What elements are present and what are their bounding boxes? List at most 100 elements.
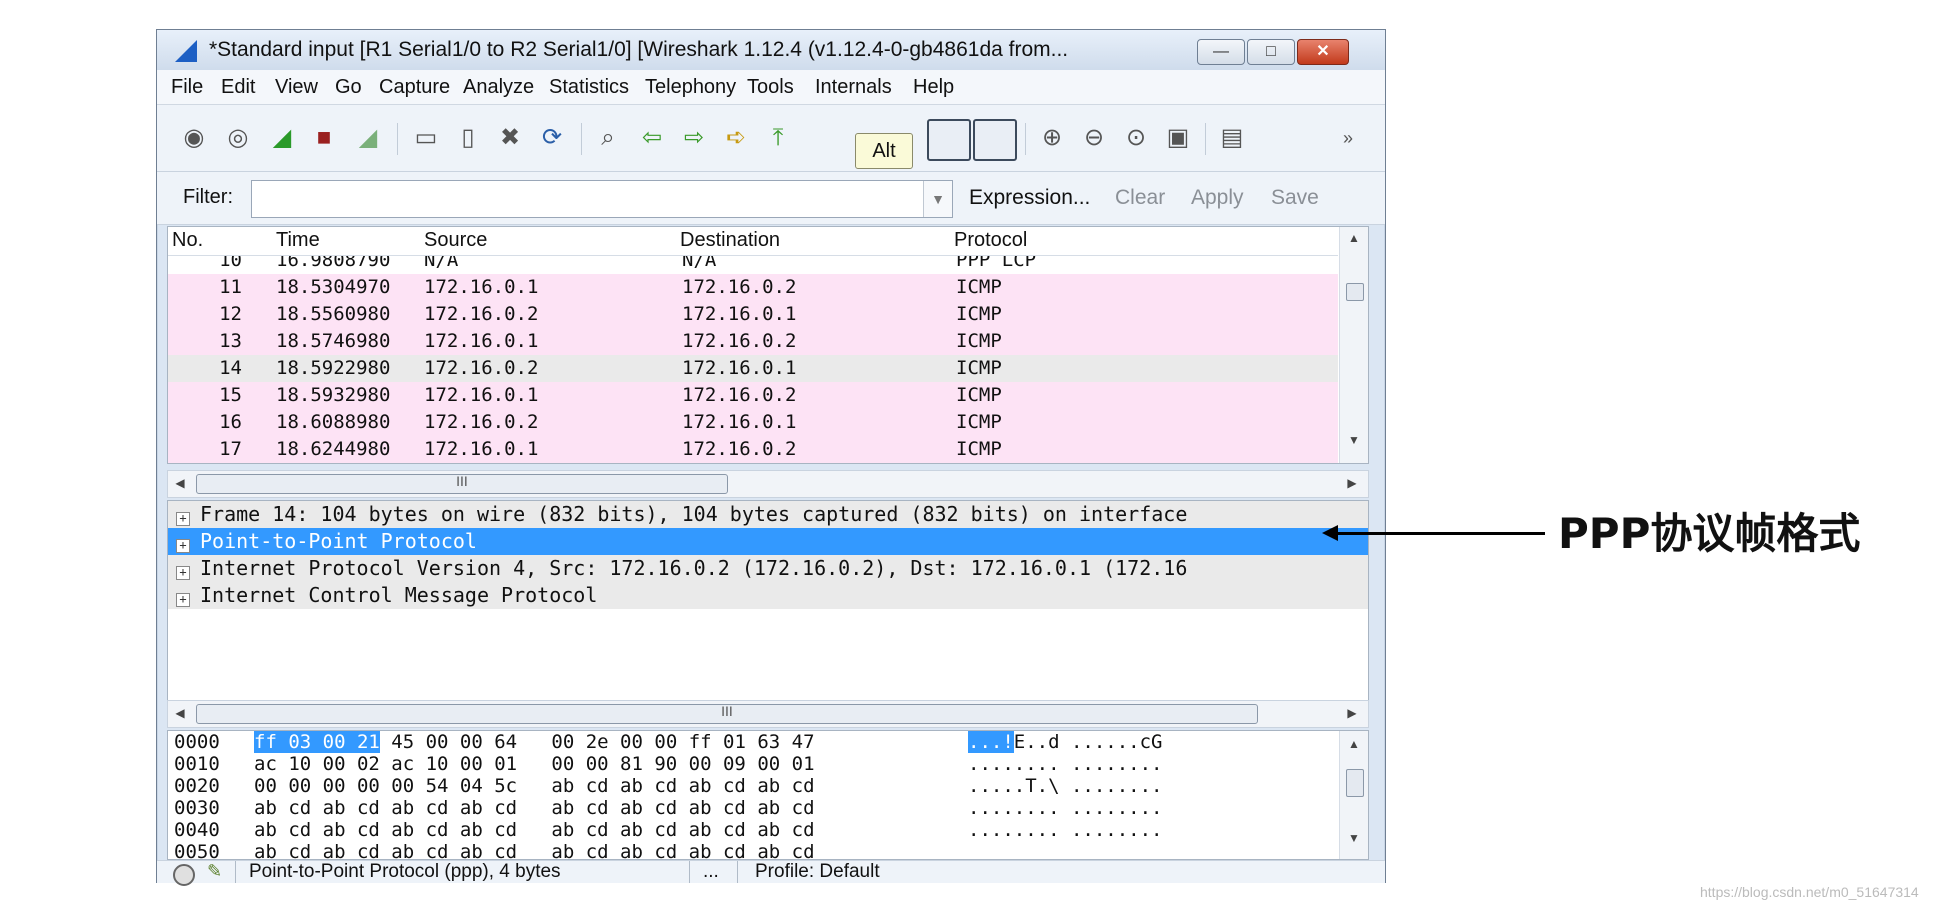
menu-capture[interactable]: Capture	[379, 76, 450, 99]
expand-icon[interactable]: +	[176, 566, 190, 580]
apply-button[interactable]: Apply	[1191, 186, 1244, 210]
minimize-button[interactable]: —	[1197, 39, 1245, 65]
scroll-down-icon[interactable]: ▼	[1340, 831, 1368, 845]
scroll-up-icon[interactable]: ▲	[1340, 737, 1368, 751]
detail-tree-item[interactable]: + Internet Protocol Version 4, Src: 172.1…	[168, 555, 1368, 582]
interfaces-icon[interactable]: ◉	[179, 123, 209, 153]
menu-internals[interactable]: Internals	[815, 76, 892, 99]
expert-info-icon[interactable]	[173, 864, 195, 886]
detail-tree-item[interactable]: + Point-to-Point Protocol	[168, 528, 1368, 555]
menu-file[interactable]: File	[171, 76, 203, 99]
hex-row[interactable]: 0000 ff 03 00 21 45 00 00 64 00 2e 00 00 …	[168, 731, 1328, 753]
reload-icon[interactable]: ⟳	[537, 123, 567, 153]
edit-comment-icon[interactable]: ✎	[207, 861, 222, 882]
hex-bytes-rest: 45 00 00 64 00 2e 00 00 ff 01 63 47	[379, 731, 815, 753]
colorize-icon[interactable]	[927, 119, 971, 161]
cell-source: 172.16.0.2	[424, 357, 539, 379]
menu-go[interactable]: Go	[335, 76, 362, 99]
menu-analyze[interactable]: Analyze	[463, 76, 534, 99]
detail-label: Point-to-Point Protocol	[200, 529, 477, 553]
scroll-thumb[interactable]: III	[196, 703, 1258, 724]
stop-capture-icon[interactable]: ■	[309, 123, 339, 153]
table-row[interactable]: 12 18.5560980 172.16.0.2 172.16.0.1 ICMP	[168, 301, 1338, 328]
column-header-time[interactable]: Time	[276, 229, 320, 252]
expand-icon[interactable]: +	[176, 512, 190, 526]
go-first-icon[interactable]: ⤒	[763, 123, 793, 153]
normal-size-icon[interactable]: ⊙	[1121, 123, 1151, 153]
expand-icon[interactable]: +	[176, 539, 190, 553]
clear-button[interactable]: Clear	[1115, 186, 1165, 210]
scroll-left-icon[interactable]: ◀	[168, 476, 192, 490]
hex-row[interactable]: 0040 ab cd ab cd ab cd ab cd ab cd ab cd …	[168, 819, 1328, 841]
hex-row[interactable]: 0020 00 00 00 00 00 54 04 5c ab cd ab cd …	[168, 775, 1328, 797]
scroll-thumb[interactable]	[1346, 769, 1364, 797]
title-bar: *Standard input [R1 Serial1/0 to R2 Seri…	[157, 30, 1385, 70]
table-row[interactable]: 17 18.6244980 172.16.0.1 172.16.0.2 ICMP	[168, 436, 1338, 463]
packet-list-vscroll[interactable]: ▲ ▼	[1339, 227, 1368, 463]
menu-tools[interactable]: Tools	[747, 76, 794, 99]
hex-row[interactable]: 0030 ab cd ab cd ab cd ab cd ab cd ab cd …	[168, 797, 1328, 819]
go-forward-icon[interactable]: ⇨	[679, 123, 709, 153]
status-profile[interactable]: Profile: Default	[755, 861, 880, 883]
table-row[interactable]: 16 18.6088980 172.16.0.2 172.16.0.1 ICMP	[168, 409, 1338, 436]
go-back-icon[interactable]: ⇦	[637, 123, 667, 153]
options-icon[interactable]: ◎	[223, 123, 253, 153]
packet-list-hscroll[interactable]: ◀ III ▶	[167, 470, 1369, 498]
start-capture-icon[interactable]: ◢	[267, 123, 297, 153]
menu-telephony[interactable]: Telephony	[645, 76, 736, 99]
scroll-right-icon[interactable]: ▶	[1340, 476, 1364, 490]
go-to-packet-icon[interactable]: ➪	[721, 123, 751, 153]
chevron-down-icon[interactable]: ▼	[923, 181, 952, 217]
hex-row[interactable]: 0050 ab cd ab cd ab cd ab cd ab cd ab cd …	[168, 841, 1328, 859]
maximize-button[interactable]: □	[1247, 39, 1295, 65]
scroll-left-icon[interactable]: ◀	[168, 706, 192, 720]
scroll-right-icon[interactable]: ▶	[1340, 706, 1364, 720]
more-tools-icon[interactable]: »	[1333, 123, 1363, 153]
resize-columns-icon[interactable]: ▣	[1163, 123, 1193, 153]
prefs-icon[interactable]: ▤	[1217, 123, 1247, 153]
hex-bytes-rest: 00 00 00 00 00 54 04 5c ab cd ab cd ab c…	[254, 775, 815, 797]
scroll-thumb[interactable]	[1346, 283, 1364, 301]
zoom-out-icon[interactable]: ⊖	[1079, 123, 1109, 153]
toolbar-separator	[1025, 123, 1026, 155]
restart-capture-icon[interactable]: ◢	[353, 123, 383, 153]
menu-help[interactable]: Help	[913, 76, 954, 99]
hex-row[interactable]: 0010 ac 10 00 02 ac 10 00 01 00 00 81 90 …	[168, 753, 1328, 775]
close-file-icon[interactable]: ✖	[495, 123, 525, 153]
table-row[interactable]: 13 18.5746980 172.16.0.1 172.16.0.2 ICMP	[168, 328, 1338, 355]
column-header-protocol[interactable]: Protocol	[954, 229, 1027, 252]
hex-ascii: .....T.\ ........	[968, 775, 1162, 797]
cell-protocol: ICMP	[956, 303, 1002, 325]
menu-view[interactable]: View	[275, 76, 318, 99]
menu-edit[interactable]: Edit	[221, 76, 255, 99]
find-packet-icon[interactable]: ⌕	[593, 123, 623, 153]
autoscroll-icon[interactable]	[973, 119, 1017, 161]
watermark: https://blog.csdn.net/m0_51647314	[1700, 884, 1919, 900]
cell-source: 172.16.0.1	[424, 384, 539, 406]
expression-button[interactable]: Expression...	[969, 186, 1090, 210]
scroll-up-icon[interactable]: ▲	[1340, 231, 1368, 245]
cell-no: 12	[219, 303, 242, 325]
menu-statistics[interactable]: Statistics	[549, 76, 629, 99]
details-hscroll[interactable]: ◀ III ▶	[167, 700, 1369, 728]
table-row[interactable]: 15 18.5932980 172.16.0.1 172.16.0.2 ICMP	[168, 382, 1338, 409]
detail-tree-item[interactable]: + Frame 14: 104 bytes on wire (832 bits),…	[168, 501, 1368, 528]
column-header-source[interactable]: Source	[424, 229, 487, 252]
column-header-destination[interactable]: Destination	[680, 229, 780, 252]
zoom-in-icon[interactable]: ⊕	[1037, 123, 1067, 153]
scroll-down-icon[interactable]: ▼	[1340, 433, 1368, 447]
detail-tree-item[interactable]: + Internet Control Message Protocol	[168, 582, 1368, 609]
table-row[interactable]: 11 18.5304970 172.16.0.1 172.16.0.2 ICMP	[168, 274, 1338, 301]
open-file-icon[interactable]: ▭	[411, 123, 441, 153]
menu-bar: File Edit View Go Capture Analyze Statis…	[157, 70, 1385, 105]
save-file-icon[interactable]: ▯	[453, 123, 483, 153]
expand-icon[interactable]: +	[176, 593, 190, 607]
column-header-no[interactable]: No.	[172, 229, 203, 252]
close-button[interactable]: ✕	[1297, 39, 1349, 65]
scroll-thumb[interactable]: III	[196, 473, 728, 494]
table-row[interactable]: 14 18.5922980 172.16.0.2 172.16.0.1 ICMP	[168, 355, 1338, 382]
hex-offset: 0000	[174, 731, 220, 753]
bytes-vscroll[interactable]: ▲ ▼	[1339, 731, 1368, 859]
filter-input[interactable]	[251, 180, 953, 218]
save-button[interactable]: Save	[1271, 186, 1319, 210]
